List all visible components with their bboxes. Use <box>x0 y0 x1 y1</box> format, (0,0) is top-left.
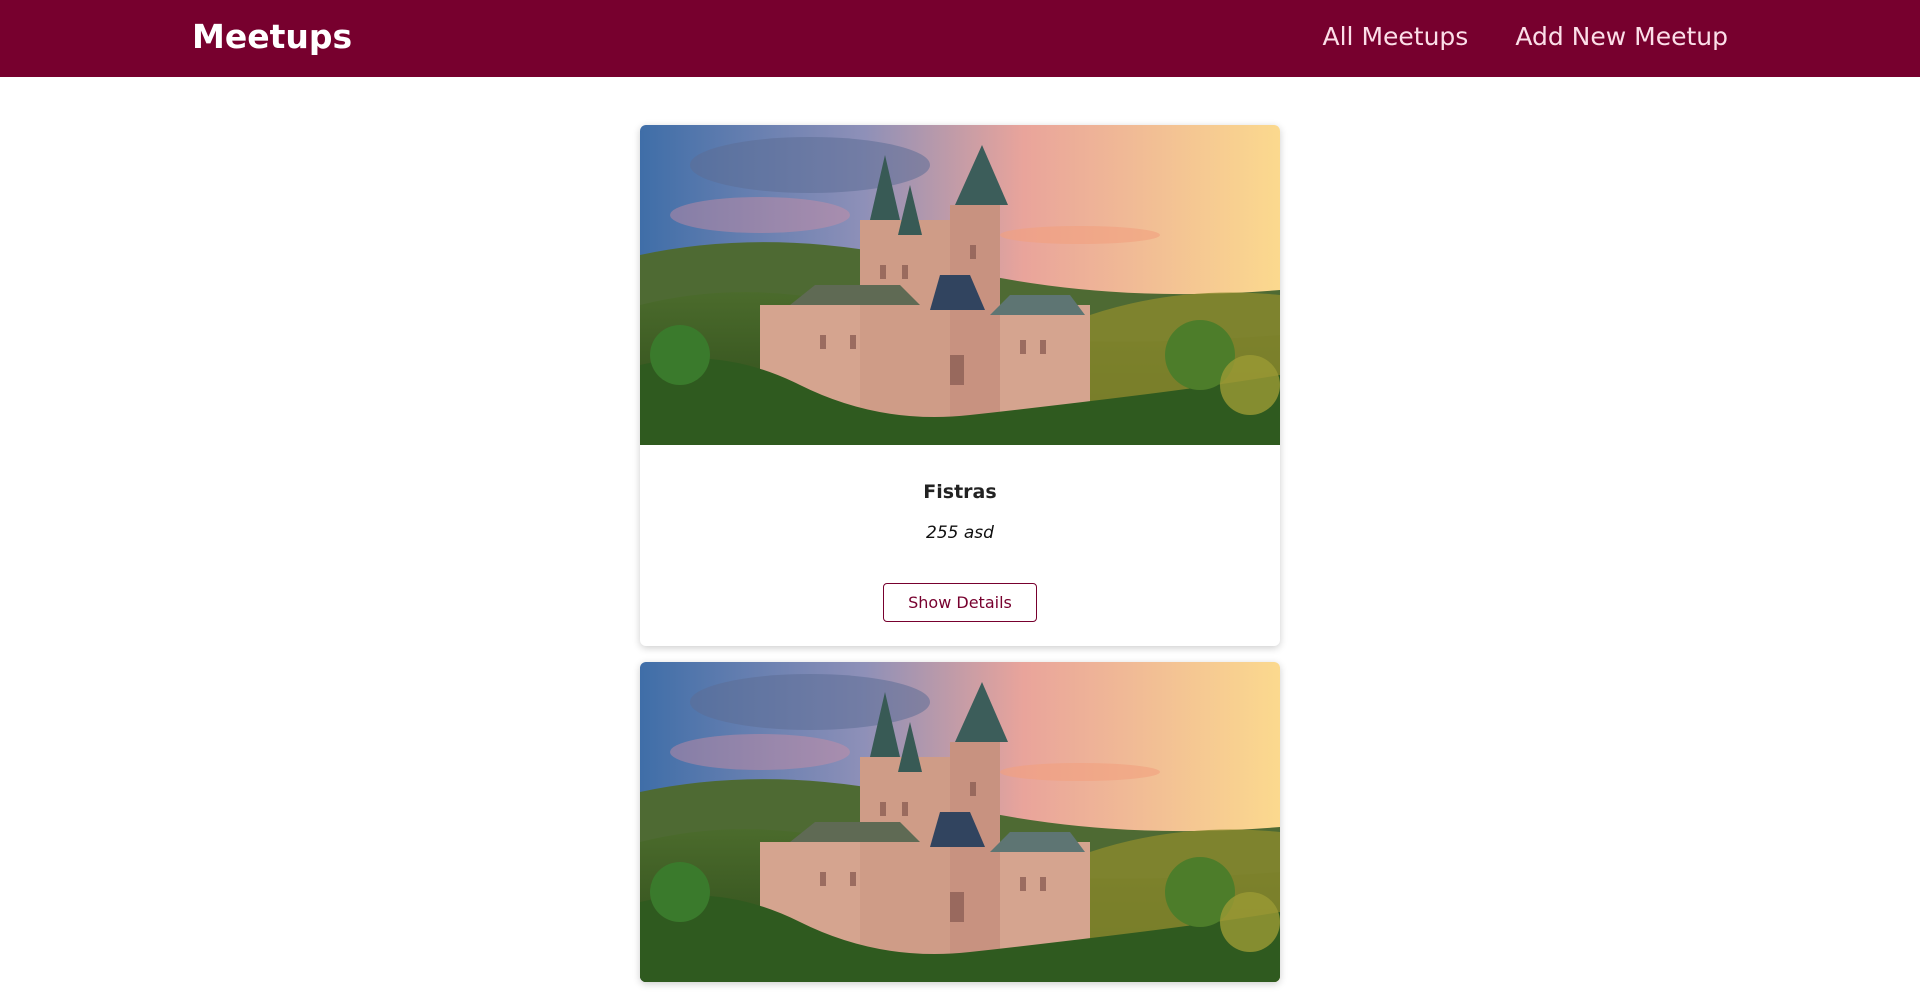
show-details-button[interactable]: Show Details <box>883 583 1037 622</box>
site-logo[interactable]: Meetups <box>192 17 352 56</box>
top-navigation-bar: Meetups All Meetups Add New Meetup <box>0 0 1920 77</box>
nav-add-new-meetup[interactable]: Add New Meetup <box>1515 22 1728 51</box>
meetup-card-content: Fistras 255 asd Show Details <box>640 445 1280 646</box>
meetup-image <box>640 125 1280 445</box>
meetup-card <box>640 662 1280 982</box>
meetup-address: 255 asd <box>926 523 994 543</box>
meetup-image <box>640 662 1280 982</box>
meetup-list: Fistras 255 asd Show Details <box>640 125 1280 998</box>
nav-all-meetups[interactable]: All Meetups <box>1323 22 1469 51</box>
meetup-card: Fistras 255 asd Show Details <box>640 125 1280 646</box>
main-nav: All Meetups Add New Meetup <box>1323 22 1729 51</box>
meetup-title: Fistras <box>923 481 997 503</box>
